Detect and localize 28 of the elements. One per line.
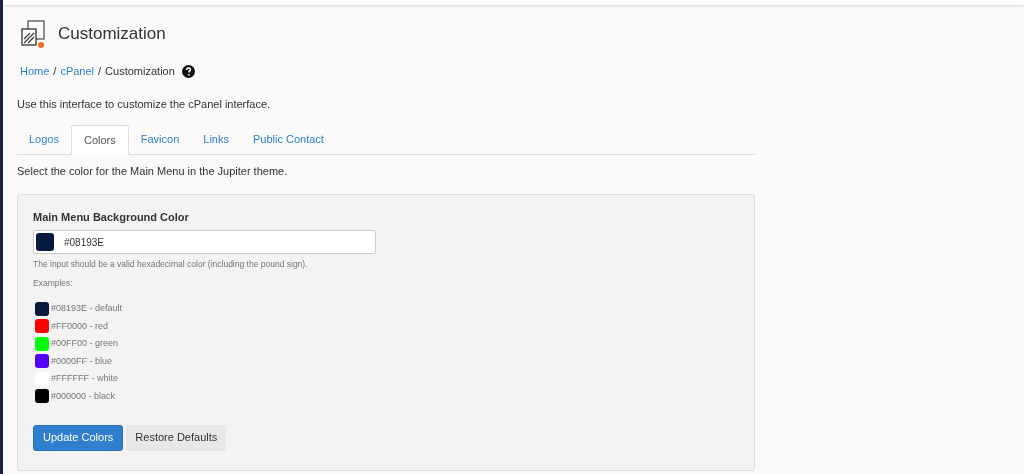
breadcrumb-link[interactable]: cPanel <box>60 63 95 80</box>
breadcrumb-separator: / <box>53 64 57 79</box>
example-text: #FFFFFF - white <box>51 372 118 385</box>
color-value: #08193E <box>64 235 105 250</box>
example-text: #FF0000 - red <box>51 319 109 333</box>
breadcrumb-link[interactable]: Home <box>20 63 50 80</box>
update-button[interactable]: Update Colors <box>33 424 124 451</box>
tab[interactable]: Logos <box>17 124 71 154</box>
color-swatch[interactable] <box>36 233 54 251</box>
breadcrumb-current: Customization <box>105 64 175 79</box>
color-input-field[interactable]: #08193E <box>33 230 376 254</box>
example-text: #00FF00 - green <box>51 337 119 350</box>
tab[interactable]: Links <box>191 124 241 154</box>
example-text: #0000FF - blue <box>51 354 113 368</box>
example-text: #08193E - default <box>51 302 123 315</box>
restore-button[interactable]: Restore Defaults <box>126 424 227 451</box>
field-label: Main Menu Background Color <box>33 209 190 225</box>
page-description: Use this interface to customize the cPanel interface. <box>17 96 272 112</box>
example-text: #000000 - black <box>51 389 116 403</box>
tab[interactable]: Public Contact <box>241 124 336 154</box>
breadcrumb-separator: / <box>98 64 102 79</box>
tab[interactable]: Colors <box>71 125 129 155</box>
tab[interactable]: Favicon <box>128 124 192 154</box>
examples-label: Examples: <box>33 276 74 290</box>
help-icon[interactable] <box>181 64 195 78</box>
tab-description: Select the color for the Main Menu in the Jupiter theme. <box>17 164 289 179</box>
page-title: Customization <box>58 23 166 46</box>
help-text: The input should be a valid hexadecimal color (including the pound sign). <box>33 258 309 271</box>
